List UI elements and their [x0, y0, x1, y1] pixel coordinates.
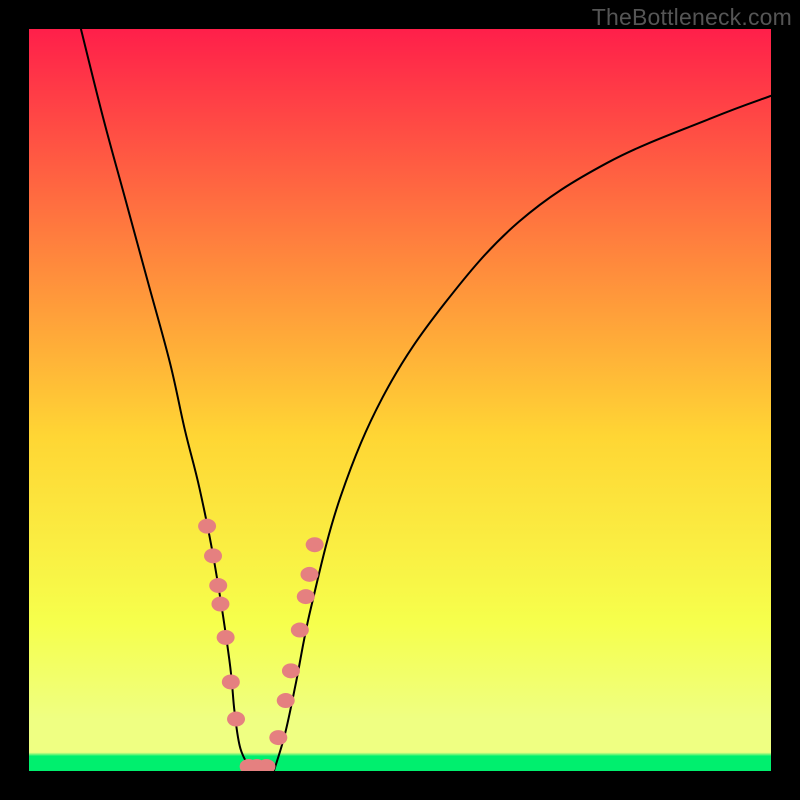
marker-dot [227, 712, 245, 727]
marker-dot [306, 537, 324, 552]
marker-dot [269, 730, 287, 745]
marker-dot [198, 519, 216, 534]
chart-frame: TheBottleneck.com [0, 0, 800, 800]
marker-dot [217, 630, 235, 645]
marker-dot [204, 548, 222, 563]
marker-dot [291, 623, 309, 638]
marker-dot [209, 578, 227, 593]
gradient-bg [29, 29, 771, 771]
marker-dot [222, 674, 240, 689]
marker-dot [300, 567, 318, 582]
chart-svg [29, 29, 771, 771]
plot-area [29, 29, 771, 771]
marker-dot [277, 693, 295, 708]
marker-dot [282, 663, 300, 678]
marker-dot [297, 589, 315, 604]
marker-dot [211, 597, 229, 612]
watermark-text: TheBottleneck.com [592, 4, 792, 31]
